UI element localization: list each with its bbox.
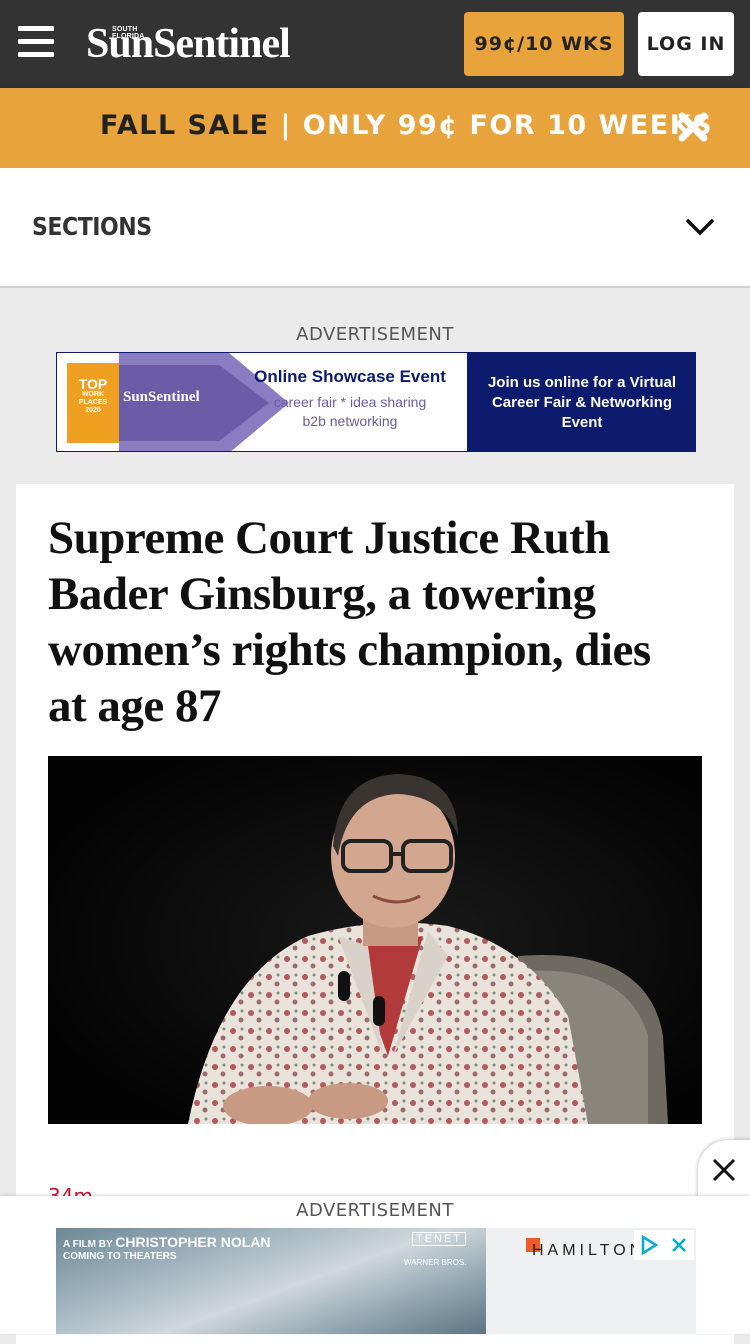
portrait-illustration [48,756,702,1124]
brand-name: HAMILTON [532,1242,646,1259]
promo-lead: FALL SALE [100,110,270,141]
film-director: CHRISTOPHER NOLAN [115,1234,271,1250]
film-prefix: A FILM BY [63,1239,116,1250]
ad-subtitle: career fair * idea sharing b2b networkin… [235,393,465,431]
ad-cta-text: Join us online for a Virtual Career Fair… [467,353,695,451]
sticky-ad-close-button[interactable] [698,1140,750,1200]
article-headline[interactable]: Supreme Court Justice Ruth Bader Ginsbur… [48,510,688,734]
film-credit: A FILM BY CHRISTOPHER NOLAN [63,1234,271,1250]
login-button[interactable]: LOG IN [638,12,734,76]
sections-dropdown[interactable]: SECTIONS [0,168,750,288]
badge-small: WORK PLACES [78,391,108,406]
ad-banner-top[interactable]: TOP WORK PLACES 2020 SunSentinel Online … [56,352,696,452]
close-x-icon[interactable] [676,110,710,144]
logo-wordmark: SunSentinel [86,21,291,67]
ad-logo: SunSentinel [123,389,200,405]
ad-title: Online Showcase Event [254,367,446,386]
ad-label-bottom: ADVERTISEMENT [296,1200,454,1221]
top-navigation-bar: SOUTH FLORIDA SunSentinel 99¢/10 WKS LOG… [0,0,750,88]
subscribe-button[interactable]: 99¢/10 WKS [464,12,624,76]
article-photo[interactable] [48,756,702,1124]
ad-banner-bottom[interactable]: A FILM BY CHRISTOPHER NOLAN COMING TO TH… [56,1228,696,1334]
promo-offer: ONLY 99¢ FOR 10 WEEKS [302,110,714,141]
ad-subtitle-line2: b2b networking [302,413,398,429]
ad-close-icon[interactable] [664,1230,694,1260]
film-ad-panel: A FILM BY CHRISTOPHER NOLAN COMING TO TH… [56,1228,486,1334]
menu-icon[interactable] [18,26,54,60]
promo-separator: | [269,110,303,141]
adchoices-icon[interactable] [634,1230,664,1260]
badge-year: 2020 [85,407,101,414]
promo-text: FALL SALE | ONLY 99¢ FOR 10 WEEKS [100,110,713,141]
close-icon [712,1158,736,1182]
top-workplaces-badge: TOP WORK PLACES 2020 [67,363,119,443]
ad-subtitle-line1: career fair * idea sharing [273,394,427,410]
badge-top: TOP [78,376,108,392]
film-title-mark: TENET [412,1232,467,1246]
studio-logo: WARNER BROS. [404,1258,467,1267]
promo-banner[interactable]: FALL SALE | ONLY 99¢ FOR 10 WEEKS [0,88,750,168]
brand-ad-panel: HAMILTON [486,1228,696,1334]
chevron-down-icon [685,218,715,236]
film-release: COMING TO THEATERS [63,1251,177,1262]
ad-label-top: ADVERTISEMENT [296,324,454,345]
sections-label: SECTIONS [32,212,152,241]
